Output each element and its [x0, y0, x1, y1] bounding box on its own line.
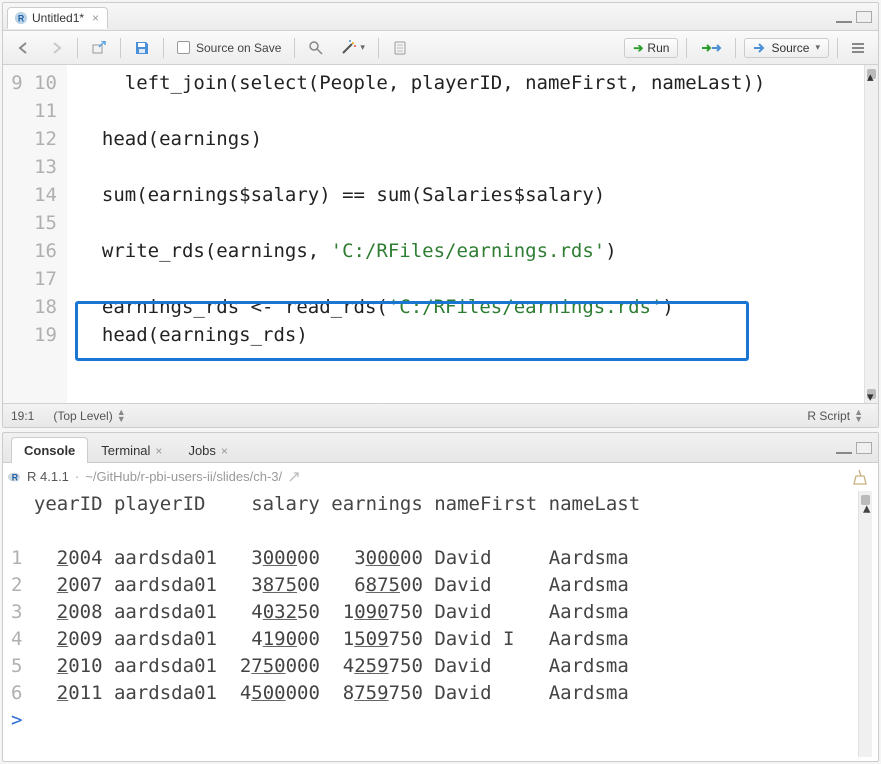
tab-terminal[interactable]: Terminal ×	[88, 437, 175, 463]
toolbar-separator	[163, 38, 164, 58]
source-editor-pane: R Untitled1* × Source on Save ▾ ➔ Run	[2, 2, 879, 428]
find-button[interactable]	[303, 37, 329, 59]
language-selector[interactable]: R Script ▲▼	[800, 407, 870, 425]
pane-maximize-icon[interactable]	[856, 11, 872, 23]
editor-tabbar: R Untitled1* ×	[3, 3, 878, 31]
r-logo-icon: R	[7, 470, 21, 484]
editor-toolbar: Source on Save ▾ ➔ Run Source ▾	[3, 31, 878, 65]
source-arrow-icon	[753, 42, 767, 54]
tab-jobs[interactable]: Jobs ×	[175, 437, 240, 463]
back-button[interactable]	[11, 37, 37, 59]
scope-selector[interactable]: (Top Level) ▲▼	[46, 407, 132, 425]
tab-terminal-label: Terminal	[101, 443, 150, 458]
pane-minimize-icon[interactable]	[836, 444, 852, 454]
forward-button[interactable]	[43, 37, 69, 59]
editor-scrollbar[interactable]: ▴ ▾	[864, 65, 878, 403]
close-tab-icon[interactable]: ×	[92, 11, 99, 25]
console-path-bar: R R 4.1.1 · ~/GitHub/r-pbi-users-ii/slid…	[3, 463, 878, 489]
pane-window-controls	[836, 442, 878, 454]
pane-minimize-icon[interactable]	[836, 13, 852, 23]
run-label: Run	[647, 41, 669, 55]
close-icon[interactable]: ×	[155, 444, 162, 458]
run-button[interactable]: ➔ Run	[624, 38, 678, 58]
outline-button[interactable]	[846, 37, 870, 59]
editor-tab-untitled[interactable]: R Untitled1* ×	[7, 7, 108, 29]
code-body[interactable]: left_join(select(People, playerID, nameF…	[67, 65, 864, 403]
r-file-icon: R	[14, 11, 28, 25]
pane-maximize-icon[interactable]	[856, 442, 872, 454]
console-pane: Console Terminal × Jobs × R R 4.1.1 · ~/…	[2, 432, 879, 762]
code-editor[interactable]: 9 10 11 12 13 14 15 16 17 18 19 left_joi…	[3, 65, 878, 403]
clear-console-icon[interactable]	[850, 468, 874, 486]
console-tabbar: Console Terminal × Jobs ×	[3, 433, 878, 463]
toolbar-separator	[686, 38, 687, 58]
checkbox-icon	[177, 41, 190, 54]
wand-button[interactable]: ▾	[335, 37, 370, 59]
scroll-up-icon[interactable]: ▴	[861, 495, 870, 505]
tab-console-label: Console	[24, 443, 75, 458]
save-button[interactable]	[129, 37, 155, 59]
toolbar-separator	[120, 38, 121, 58]
popout-path-icon[interactable]	[288, 471, 300, 483]
language-label: R Script	[807, 409, 850, 423]
editor-tab-label: Untitled1*	[32, 11, 84, 25]
source-on-save-toggle[interactable]: Source on Save	[172, 37, 286, 59]
toolbar-separator	[294, 38, 295, 58]
chevron-down-icon: ▾	[815, 42, 820, 53]
tab-console[interactable]: Console	[11, 437, 88, 463]
toolbar-separator	[837, 38, 838, 58]
scroll-down-icon[interactable]: ▾	[867, 389, 876, 399]
pane-window-controls	[836, 11, 878, 23]
toolbar-separator	[77, 38, 78, 58]
run-arrow-icon: ➔	[633, 41, 643, 55]
updown-icon: ▲▼	[854, 409, 863, 423]
editor-statusbar: 19:1 (Top Level) ▲▼ R Script ▲▼	[3, 403, 878, 427]
svg-text:R: R	[12, 473, 19, 483]
svg-text:R: R	[18, 13, 25, 23]
popout-button[interactable]	[86, 37, 112, 59]
console-output[interactable]: yearID playerID salary earnings nameFirs…	[3, 489, 878, 761]
working-dir-label[interactable]: ~/GitHub/r-pbi-users-ii/slides/ch-3/	[85, 467, 282, 487]
tab-jobs-label: Jobs	[188, 443, 215, 458]
rerun-button[interactable]	[695, 37, 727, 59]
cursor-position: 19:1	[11, 409, 34, 423]
toolbar-separator	[735, 38, 736, 58]
source-button[interactable]: Source ▾	[744, 38, 829, 58]
source-on-save-label: Source on Save	[196, 41, 281, 55]
line-gutter: 9 10 11 12 13 14 15 16 17 18 19	[3, 65, 67, 403]
console-scrollbar[interactable]: ▴	[858, 491, 872, 757]
updown-icon: ▲▼	[117, 409, 126, 423]
scope-label: (Top Level)	[53, 409, 112, 423]
source-label: Source	[771, 41, 809, 55]
close-icon[interactable]: ×	[221, 444, 228, 458]
notebook-button[interactable]	[387, 37, 413, 59]
r-version-label: R 4.1.1	[27, 467, 69, 487]
scroll-up-icon[interactable]: ▴	[867, 69, 876, 79]
toolbar-separator	[378, 38, 379, 58]
